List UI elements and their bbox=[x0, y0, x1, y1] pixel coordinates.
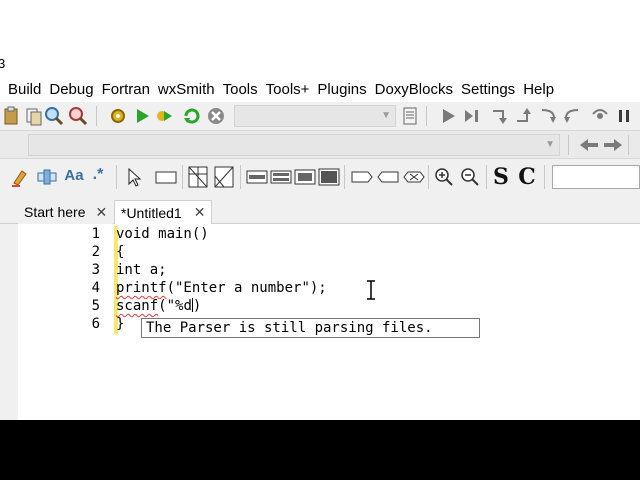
line-number: 6 bbox=[91, 316, 100, 332]
code-line: printf("Enter a number"); bbox=[116, 280, 327, 296]
code-token: printf bbox=[116, 280, 167, 296]
grid-icon[interactable] bbox=[188, 166, 208, 188]
close-icon[interactable]: ✕ bbox=[194, 204, 206, 221]
wildcard-icon[interactable]: .* bbox=[88, 165, 108, 185]
i-beam-cursor-icon bbox=[367, 280, 375, 300]
codeblocks-window: 3 Build Debug Fortran wxSmith Tools Tool… bbox=[0, 0, 640, 420]
build-target-combo[interactable]: ▼ bbox=[234, 105, 396, 127]
code-token: ) bbox=[192, 298, 202, 314]
menu-plugins[interactable]: Plugins bbox=[313, 81, 370, 98]
close-icon[interactable]: ✕ bbox=[95, 204, 107, 221]
highlight-icon[interactable] bbox=[10, 167, 30, 187]
zoom-out-icon[interactable] bbox=[460, 167, 480, 187]
c-button[interactable]: C bbox=[516, 163, 538, 191]
replace-icon[interactable] bbox=[68, 106, 88, 126]
line-number: 1 bbox=[91, 226, 100, 242]
regex-icon[interactable] bbox=[36, 167, 58, 187]
image-icon[interactable] bbox=[214, 166, 234, 188]
s-button[interactable]: S bbox=[490, 163, 512, 191]
menu-fortran[interactable]: Fortran bbox=[98, 81, 154, 98]
match-case-label: Aa bbox=[64, 166, 84, 184]
debug-run-icon[interactable] bbox=[438, 106, 458, 126]
chevron-down-icon: ▼ bbox=[381, 110, 391, 121]
left-panel-strip bbox=[0, 224, 18, 420]
title-fragment-text: 3 bbox=[0, 56, 6, 71]
abort-icon[interactable] bbox=[206, 106, 226, 126]
rectangle-icon[interactable] bbox=[154, 167, 178, 187]
jump-back-icon[interactable] bbox=[578, 135, 600, 155]
code-line: { bbox=[116, 244, 125, 260]
tab-start-here[interactable]: Start here ✕ bbox=[18, 200, 114, 224]
tab-label: Start here bbox=[24, 204, 86, 220]
code-line: } bbox=[116, 316, 125, 332]
code-line: void main() bbox=[116, 226, 209, 242]
parser-tooltip: The Parser is still parsing files. bbox=[141, 318, 480, 338]
match-case-icon[interactable]: Aa bbox=[60, 165, 88, 185]
code-token: ("%d bbox=[158, 298, 192, 314]
menu-debug[interactable]: Debug bbox=[45, 81, 97, 98]
pause-icon[interactable] bbox=[614, 106, 634, 126]
layout-4-icon[interactable] bbox=[318, 167, 340, 187]
title-bar-fragment: 3 bbox=[0, 0, 640, 76]
letterbox-bar bbox=[0, 420, 640, 480]
step-instruction-icon[interactable] bbox=[562, 106, 582, 126]
menu-tools-plus[interactable]: Tools+ bbox=[262, 81, 314, 98]
scope-combo[interactable]: ▼ bbox=[28, 134, 560, 156]
search-input[interactable] bbox=[552, 165, 640, 189]
tab-untitled1[interactable]: *Untitled1 ✕ bbox=[114, 200, 213, 224]
code-line: scanf("%d) bbox=[116, 298, 201, 314]
menu-bar: Build Debug Fortran wxSmith Tools Tools+… bbox=[0, 76, 640, 102]
layout-1-icon[interactable] bbox=[246, 167, 268, 187]
rebuild-icon[interactable] bbox=[182, 106, 202, 126]
code-token: ("Enter a number"); bbox=[166, 280, 327, 296]
editor-tab-bar: Start here ✕ *Untitled1 ✕ bbox=[0, 194, 640, 224]
shape-1-icon[interactable] bbox=[350, 167, 374, 187]
tab-label: *Untitled1 bbox=[121, 204, 182, 221]
menu-settings[interactable]: Settings bbox=[457, 81, 519, 98]
shape-2-icon[interactable] bbox=[376, 167, 400, 187]
wildcard-label: .* bbox=[92, 166, 104, 183]
log-icon[interactable] bbox=[400, 106, 420, 126]
menu-wxsmith[interactable]: wxSmith bbox=[154, 81, 219, 98]
paste-icon[interactable] bbox=[2, 106, 22, 126]
zoom-in-icon[interactable] bbox=[434, 167, 454, 187]
step-over-icon[interactable] bbox=[590, 106, 610, 126]
layout-2-icon[interactable] bbox=[270, 167, 292, 187]
line-number: 2 bbox=[91, 244, 100, 260]
copy-icon[interactable] bbox=[24, 106, 44, 126]
shape-3-icon[interactable] bbox=[402, 167, 426, 187]
step-icon[interactable] bbox=[462, 106, 482, 126]
menu-tools[interactable]: Tools bbox=[219, 81, 262, 98]
menu-help[interactable]: Help bbox=[519, 81, 558, 98]
find-icon[interactable] bbox=[44, 106, 64, 126]
menu-build[interactable]: Build bbox=[0, 81, 45, 98]
line-number-gutter: 1 2 3 4 5 6 bbox=[18, 224, 114, 420]
code-line: int a; bbox=[116, 262, 167, 278]
pointer-icon[interactable] bbox=[124, 167, 144, 187]
line-number: 3 bbox=[91, 262, 100, 278]
build-icon[interactable] bbox=[108, 106, 128, 126]
chevron-down-icon: ▼ bbox=[545, 139, 555, 150]
line-number: 4 bbox=[91, 280, 100, 296]
line-number: 5 bbox=[91, 298, 100, 314]
code-completion-toolbar: ▼ bbox=[0, 130, 640, 158]
code-token: scanf bbox=[116, 298, 159, 314]
menu-doxyblocks[interactable]: DoxyBlocks bbox=[371, 81, 457, 98]
layout-3-icon[interactable] bbox=[294, 167, 316, 187]
build-run-icon[interactable] bbox=[154, 106, 174, 126]
step-into-icon[interactable] bbox=[490, 106, 510, 126]
main-toolbar: ▼ bbox=[0, 102, 640, 130]
search-doxy-toolbar: Aa .* S C bbox=[0, 158, 640, 194]
step-out-icon[interactable] bbox=[514, 106, 534, 126]
jump-forward-icon[interactable] bbox=[602, 135, 624, 155]
run-icon[interactable] bbox=[132, 106, 152, 126]
next-instruction-icon[interactable] bbox=[538, 106, 558, 126]
